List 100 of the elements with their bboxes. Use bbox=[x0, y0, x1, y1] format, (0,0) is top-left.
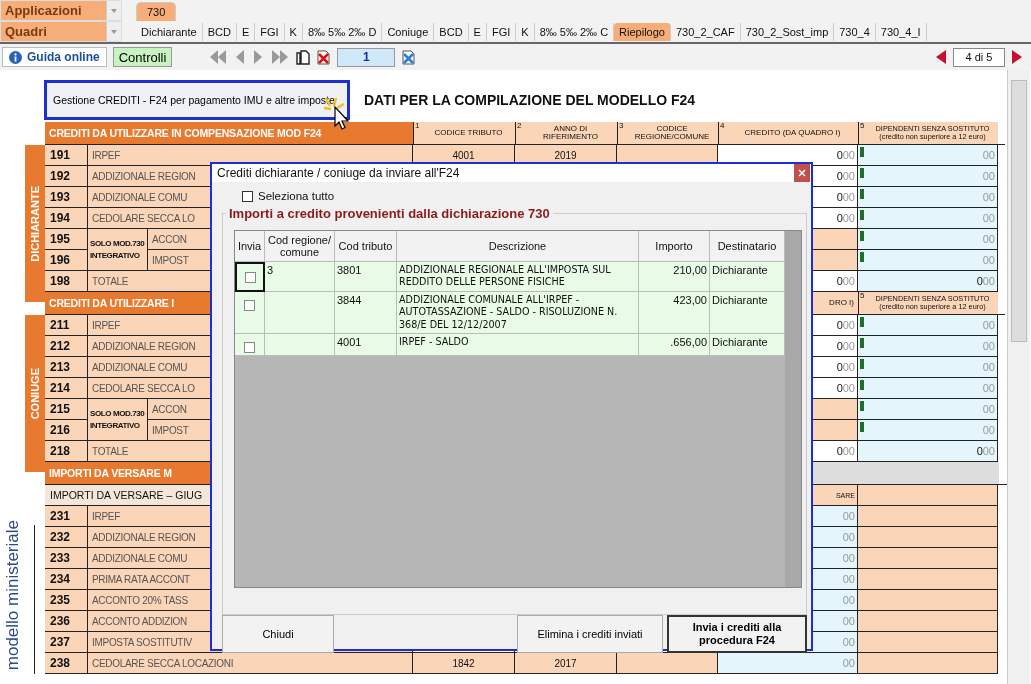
checkbox-cell[interactable] bbox=[235, 334, 265, 357]
amount-decimals: 00 bbox=[842, 275, 855, 287]
row-number: 231 bbox=[45, 506, 88, 527]
section-tab[interactable]: K bbox=[516, 22, 535, 41]
column-header: Descrizione bbox=[397, 231, 639, 262]
applications-dropdown[interactable]: Applicazioni bbox=[0, 0, 122, 21]
info-icon bbox=[9, 50, 22, 64]
amount-units: 0 bbox=[836, 361, 843, 373]
table-cell: ADDIZIONALE REGIONALE ALL'IMPOSTA SUL REDDITO DELLE PERSONE FISICHE bbox=[397, 262, 639, 292]
column-number: 5 bbox=[860, 122, 865, 130]
section-tab[interactable]: 8‰ 5‰ 2‰ D bbox=[302, 22, 383, 41]
amount-decimals: 00 bbox=[842, 510, 855, 522]
table-cell: Dichiarante bbox=[710, 334, 785, 357]
row-number: 212 bbox=[45, 336, 88, 357]
column-number: 5 bbox=[860, 292, 865, 300]
page-scrollbar[interactable] bbox=[1007, 70, 1030, 684]
column-header: Destinatario bbox=[710, 231, 785, 262]
amount-decimals: 00 bbox=[842, 149, 855, 161]
column-label: CODICE TRIBUTO bbox=[433, 128, 504, 138]
checkbox-cell[interactable] bbox=[235, 262, 265, 292]
amount-units: 0 bbox=[836, 149, 843, 161]
send-checkbox[interactable] bbox=[244, 272, 256, 283]
row-number: 213 bbox=[45, 357, 88, 378]
amount-units: 0 bbox=[836, 319, 843, 331]
amount-decimals: 00 bbox=[982, 361, 995, 373]
band-label: DICHIARANTE bbox=[29, 185, 41, 262]
column-header: Importo bbox=[639, 231, 710, 262]
first-page-icon[interactable] bbox=[208, 50, 229, 64]
checks-button[interactable]: Controlli bbox=[112, 47, 173, 67]
amount-decimals: 00 bbox=[982, 424, 995, 436]
module-tab[interactable]: 730 bbox=[136, 2, 177, 21]
delete-page-icon[interactable] bbox=[316, 49, 332, 65]
column-number: 3 bbox=[619, 122, 624, 130]
table-cell: .656,00 bbox=[639, 334, 710, 357]
row-number: 238 bbox=[45, 653, 88, 674]
amount-decimals: 00 bbox=[982, 403, 995, 415]
dialog-button[interactable]: Chiudi bbox=[222, 615, 334, 653]
scrollbar-thumb[interactable] bbox=[1011, 80, 1027, 342]
next-icon[interactable] bbox=[1011, 50, 1023, 64]
section-tab[interactable]: Dichiarante bbox=[136, 22, 203, 41]
amount-decimals: 00 bbox=[982, 445, 995, 457]
section-tab[interactable]: 730_4 bbox=[834, 22, 876, 41]
section-tab[interactable]: 730_4_I bbox=[875, 22, 927, 41]
amount-decimals: 00 bbox=[982, 254, 995, 266]
row-number: 218 bbox=[45, 441, 88, 462]
send-checkbox[interactable] bbox=[244, 299, 255, 311]
table-cell: 3844 bbox=[335, 291, 397, 335]
section-header: CREDITI DA UTILIZZARE IN COMPENSAZIONE MOD F24 bbox=[45, 122, 413, 144]
table-cell bbox=[265, 291, 335, 335]
section-tab[interactable]: 730_2_CAF bbox=[670, 22, 741, 41]
previous-page-icon[interactable] bbox=[234, 50, 247, 64]
sections-dropdown[interactable]: Quadri bbox=[0, 21, 122, 42]
section-tab[interactable]: FGI bbox=[486, 22, 517, 41]
page-counter: 4 di 5 bbox=[953, 47, 1005, 67]
row-number: 194 bbox=[45, 208, 88, 229]
section-tab[interactable]: K bbox=[284, 22, 303, 41]
page-number-field[interactable]: 1 bbox=[337, 47, 396, 67]
amount-decimals: 00 bbox=[842, 361, 855, 373]
scrollbar[interactable] bbox=[785, 231, 801, 587]
section-tab[interactable]: E bbox=[236, 22, 256, 41]
amount-units: 0 bbox=[836, 445, 843, 457]
dialog-button[interactable]: Invia i crediti alla procedura F24 bbox=[667, 615, 807, 653]
amount-decimals: 00 bbox=[842, 382, 855, 394]
table-cell: 4001 bbox=[335, 334, 397, 357]
amount-units: 0 bbox=[836, 382, 843, 394]
amount-units: 0 bbox=[976, 445, 983, 457]
row-number: 234 bbox=[45, 569, 88, 590]
section-tab[interactable]: BCD bbox=[202, 22, 237, 41]
row-number: 196 bbox=[45, 250, 88, 271]
help-button[interactable]: Guida online bbox=[2, 47, 107, 67]
section-tab[interactable]: Riepilogo bbox=[614, 22, 671, 41]
column-header: Cod tributo bbox=[335, 231, 397, 262]
amount-decimals: 00 bbox=[982, 233, 995, 245]
row-number: 216 bbox=[45, 420, 88, 441]
table-cell: Dichiarante bbox=[710, 262, 785, 292]
amount-decimals: 00 bbox=[842, 657, 855, 669]
remove-page-icon[interactable] bbox=[401, 49, 417, 65]
dialog-button[interactable]: Elimina i crediti inviati bbox=[517, 615, 663, 653]
amount-units: 0 bbox=[836, 340, 843, 352]
checkbox-cell[interactable] bbox=[235, 291, 265, 335]
amount-decimals: 00 bbox=[842, 594, 855, 606]
column-label: ANNO DI RIFERIMENTO bbox=[542, 124, 599, 142]
section-tab[interactable]: Coniuge bbox=[382, 22, 435, 41]
section-tab[interactable]: BCD bbox=[434, 22, 469, 41]
row-number: 214 bbox=[45, 378, 88, 399]
send-checkbox[interactable] bbox=[244, 342, 255, 354]
amount-units: 0 bbox=[836, 170, 843, 182]
close-button[interactable] bbox=[794, 164, 810, 182]
section-tab[interactable]: E bbox=[468, 22, 487, 41]
column-number: 2 bbox=[517, 122, 522, 130]
select-all-checkbox[interactable] bbox=[242, 190, 253, 202]
table-cell: 423,00 bbox=[639, 291, 710, 335]
amount-decimals: 00 bbox=[982, 212, 995, 224]
previous-icon[interactable] bbox=[935, 50, 947, 64]
new-page-icon[interactable] bbox=[296, 49, 311, 65]
section-tab[interactable]: 730_2_Sost_imp bbox=[740, 22, 835, 41]
caret-icon bbox=[106, 22, 121, 41]
table-cell bbox=[265, 334, 335, 357]
section-tab[interactable]: FGI bbox=[255, 22, 285, 41]
column-number: 1 bbox=[415, 122, 420, 130]
